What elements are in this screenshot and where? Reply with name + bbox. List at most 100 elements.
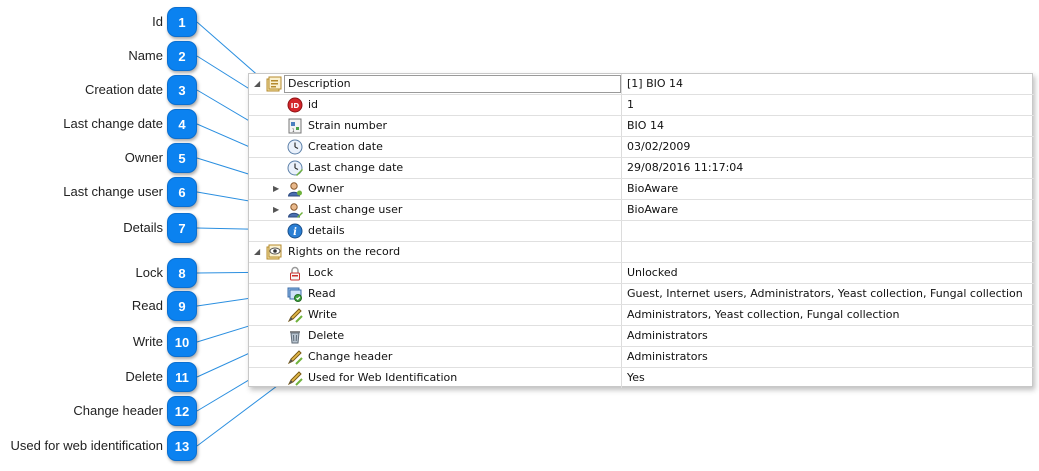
property-value: Guest, Internet users, Administrators, Y…: [627, 287, 1023, 300]
collapse-arrow-icon[interactable]: ◢: [254, 242, 260, 262]
property-value: Yes: [627, 371, 645, 384]
property-name: Last change date: [308, 161, 404, 174]
property-row-last-change-date[interactable]: Last change date 29/08/2016 11:17:04: [249, 158, 1034, 179]
callout-label-name: Name: [128, 48, 163, 63]
info-icon: i: [287, 223, 303, 239]
callout-badge-7: 7: [167, 213, 197, 243]
column-divider: [621, 179, 622, 199]
property-row-id[interactable]: ID id 1: [249, 95, 1034, 116]
property-row-change-header[interactable]: Change header Administrators: [249, 347, 1034, 368]
callout-badge-3: 3: [167, 75, 197, 105]
property-row-details[interactable]: i details: [249, 221, 1034, 242]
column-divider: [621, 368, 622, 388]
expand-arrow-icon[interactable]: ▶: [273, 200, 279, 220]
trash-icon: [290, 331, 300, 344]
property-row-read[interactable]: Read Guest, Internet users, Administrato…: [249, 284, 1034, 305]
property-value: Administrators: [627, 350, 708, 363]
property-row-write[interactable]: Write Administrators, Yeast collection, …: [249, 305, 1034, 326]
pen-icon: [287, 371, 303, 386]
id-icon: ID: [287, 97, 303, 113]
property-value: Unlocked: [627, 266, 678, 279]
callout-label-details: Details: [123, 220, 163, 235]
property-name: Last change user: [308, 203, 403, 216]
property-grid: ◢ Description [1] BIO 14 ID id 1 1 Strai…: [248, 73, 1034, 389]
write-pen-icon: [287, 308, 303, 323]
callout-label-lock: Lock: [135, 265, 163, 280]
property-value: BioAware: [627, 203, 679, 216]
clock-edit-icon: [287, 160, 303, 176]
property-value: 03/02/2009: [627, 140, 691, 153]
property-row-last-change-user[interactable]: ▶ Last change user BioAware: [249, 200, 1034, 221]
column-divider: [621, 326, 622, 346]
property-value: BioAware: [627, 182, 679, 195]
property-name: Delete: [308, 329, 345, 342]
callout-badge-13: 13: [167, 431, 197, 461]
property-row-used-for-web-identification[interactable]: Used for Web Identification Yes: [249, 368, 1034, 389]
callout-badge-6: 6: [167, 177, 197, 207]
column-divider: [621, 305, 622, 325]
callout-badge-5: 5: [167, 143, 197, 173]
clock-icon: [287, 139, 303, 155]
column-divider: [621, 263, 622, 283]
property-name: Lock: [308, 266, 334, 279]
group-label-description: Description: [288, 77, 351, 90]
read-icon: [287, 287, 302, 302]
callout-label-write: Write: [132, 334, 163, 349]
callout-label-change-header: Change header: [73, 403, 163, 418]
column-divider: [621, 221, 622, 241]
property-name: Strain number: [308, 119, 388, 132]
column-divider: [621, 347, 622, 367]
group-value-description: [1] BIO 14: [627, 77, 684, 90]
callout-label-owner: Owner: [124, 150, 163, 165]
column-divider: [621, 74, 622, 94]
callout-label-last-change-user: Last change user: [63, 184, 163, 199]
property-row-owner[interactable]: ▶ Owner BioAware: [249, 179, 1034, 200]
property-name: Creation date: [308, 140, 383, 153]
property-name: id: [308, 98, 319, 111]
expand-arrow-icon[interactable]: ▶: [273, 179, 279, 199]
property-value: 29/08/2016 11:17:04: [627, 161, 744, 174]
collapse-arrow-icon[interactable]: ◢: [254, 74, 260, 94]
user-icon: [287, 182, 302, 197]
callout-badge-2: 2: [167, 41, 197, 71]
property-name: Change header: [308, 350, 393, 363]
svg-text:ID: ID: [291, 102, 300, 110]
property-value: Administrators: [627, 329, 708, 342]
column-divider: [621, 200, 622, 220]
callout-label-delete: Delete: [125, 369, 163, 384]
user-edit-icon: [287, 203, 303, 218]
callout-label-used-for-web-identification: Used for web identification: [10, 438, 163, 453]
property-name: Owner: [308, 182, 344, 195]
property-row-lock[interactable]: Lock Unlocked: [249, 263, 1034, 284]
callout-label-id: Id: [152, 14, 163, 29]
callout-badge-12: 12: [167, 396, 197, 426]
column-divider: [621, 116, 622, 136]
property-row-strain-number[interactable]: 1 Strain number BIO 14: [249, 116, 1034, 137]
callout-badge-10: 10: [167, 327, 197, 357]
callout-badge-1: 1: [167, 7, 197, 37]
column-divider: [621, 242, 622, 262]
group-row-rights[interactable]: ◢ Rights on the record: [249, 242, 1034, 263]
rights-eye-icon: [266, 244, 282, 260]
callout-label-last-change-date: Last change date: [63, 116, 163, 131]
group-label-rights: Rights on the record: [288, 245, 401, 258]
column-divider: [621, 137, 622, 157]
callout-label-creation-date: Creation date: [84, 82, 163, 97]
property-name: Used for Web Identification: [308, 371, 458, 384]
property-value: Administrators, Yeast collection, Fungal…: [627, 308, 900, 321]
property-row-delete[interactable]: Delete Administrators: [249, 326, 1034, 347]
property-value: 1: [627, 98, 634, 111]
property-row-creation-date[interactable]: Creation date 03/02/2009: [249, 137, 1034, 158]
property-name: details: [308, 224, 345, 237]
record-description-icon: [266, 76, 282, 92]
callout-badge-9: 9: [167, 291, 197, 321]
svg-text:i: i: [293, 227, 297, 238]
column-divider: [621, 284, 622, 304]
column-divider: [621, 95, 622, 115]
callout-label-read: Read: [131, 298, 163, 313]
callout-badge-8: 8: [167, 258, 197, 288]
property-name: Read: [308, 287, 336, 300]
callout-badge-11: 11: [167, 362, 197, 392]
group-row-description[interactable]: ◢ Description [1] BIO 14: [249, 74, 1034, 95]
lock-icon: [290, 266, 300, 281]
